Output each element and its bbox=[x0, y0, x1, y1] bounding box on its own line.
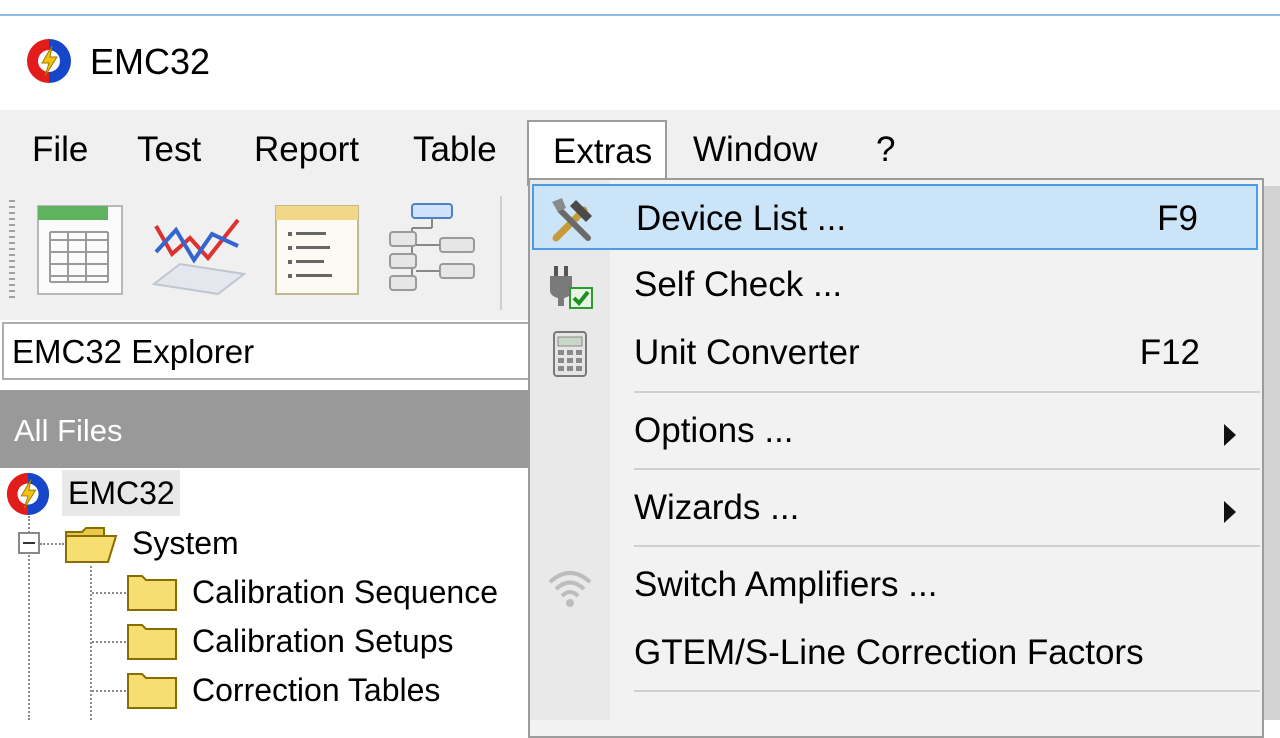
emc32-logo-icon bbox=[27, 39, 71, 83]
menu-item-gtem-correction-factors[interactable]: GTEM/S-Line Correction Factors bbox=[532, 620, 1258, 686]
menu-item-unit-converter[interactable]: Unit Converter F12 bbox=[532, 320, 1258, 386]
report-list-icon[interactable] bbox=[268, 198, 364, 302]
menu-item-shortcut: F12 bbox=[1139, 333, 1200, 372]
tree-line bbox=[92, 690, 126, 692]
toolbar-grip[interactable] bbox=[9, 200, 15, 300]
all-files-label: All Files bbox=[14, 413, 123, 448]
menu-item-options[interactable]: Options ... bbox=[532, 398, 1258, 464]
window-title: EMC32 bbox=[90, 41, 211, 82]
menu-item-shortcut: F9 bbox=[1157, 199, 1198, 238]
tree-item-emc32[interactable]: EMC32 bbox=[68, 473, 175, 513]
tree-line bbox=[90, 566, 92, 720]
folder-open-icon bbox=[65, 527, 118, 563]
plug-check-icon bbox=[550, 266, 593, 309]
hierarchy-icon[interactable] bbox=[384, 198, 480, 302]
tree-collapse-toggle[interactable] bbox=[18, 532, 40, 554]
menu-item-switch-amplifiers[interactable]: Switch Amplifiers ... bbox=[532, 552, 1258, 618]
menu-separator bbox=[634, 690, 1260, 692]
folder-icon bbox=[127, 673, 177, 709]
submenu-arrow-icon bbox=[1224, 501, 1236, 523]
tree-line bbox=[92, 592, 126, 594]
table-icon[interactable] bbox=[32, 198, 128, 302]
menu-separator bbox=[634, 468, 1260, 470]
menu-item-label: GTEM/S-Line Correction Factors bbox=[634, 633, 1144, 672]
menu-window[interactable]: Window bbox=[669, 120, 841, 180]
tree-item-calibration-setups[interactable]: Calibration Setups bbox=[192, 621, 453, 661]
tree-item-system[interactable]: System bbox=[132, 523, 239, 563]
menu-report[interactable]: Report bbox=[230, 120, 383, 180]
menu-table[interactable]: Table bbox=[389, 120, 521, 180]
menu-test[interactable]: Test bbox=[113, 120, 225, 180]
emc32-tree-logo-icon bbox=[6, 472, 50, 516]
menu-item-device-list[interactable]: Device List ... F9 bbox=[532, 184, 1258, 250]
menu-item-label: Self Check ... bbox=[634, 265, 843, 304]
menu-file[interactable]: File bbox=[8, 120, 112, 180]
menu-separator bbox=[634, 545, 1260, 547]
menu-item-label: Switch Amplifiers ... bbox=[634, 565, 938, 604]
menu-item-label: Device List ... bbox=[636, 199, 847, 238]
tree-item-correction-tables[interactable]: Correction Tables bbox=[192, 670, 440, 710]
folder-icon bbox=[127, 624, 177, 660]
menu-item-label: Options ... bbox=[634, 411, 794, 450]
toolbar-separator bbox=[500, 196, 502, 310]
menu-extras[interactable]: Extras bbox=[527, 120, 667, 186]
menu-item-label: Unit Converter bbox=[634, 333, 860, 372]
tree-line bbox=[92, 641, 126, 643]
tools-icon bbox=[552, 198, 592, 242]
explorer-title: EMC32 Explorer bbox=[12, 333, 255, 370]
menu-separator bbox=[634, 391, 1260, 393]
menu-help[interactable]: ? bbox=[852, 120, 919, 180]
folder-icon bbox=[127, 575, 177, 611]
tree-item-calibration-sequence[interactable]: Calibration Sequence bbox=[192, 572, 498, 612]
wireless-icon bbox=[548, 571, 592, 607]
line-graph-icon[interactable] bbox=[150, 198, 246, 302]
menu-item-label: Wizards ... bbox=[634, 488, 800, 527]
submenu-arrow-icon bbox=[1224, 424, 1236, 446]
menu-shadow bbox=[1262, 186, 1280, 720]
calculator-icon bbox=[553, 331, 587, 377]
menu-item-self-check[interactable]: Self Check ... bbox=[532, 252, 1258, 318]
menu-item-wizards[interactable]: Wizards ... bbox=[532, 475, 1258, 541]
tree-line bbox=[40, 543, 64, 545]
